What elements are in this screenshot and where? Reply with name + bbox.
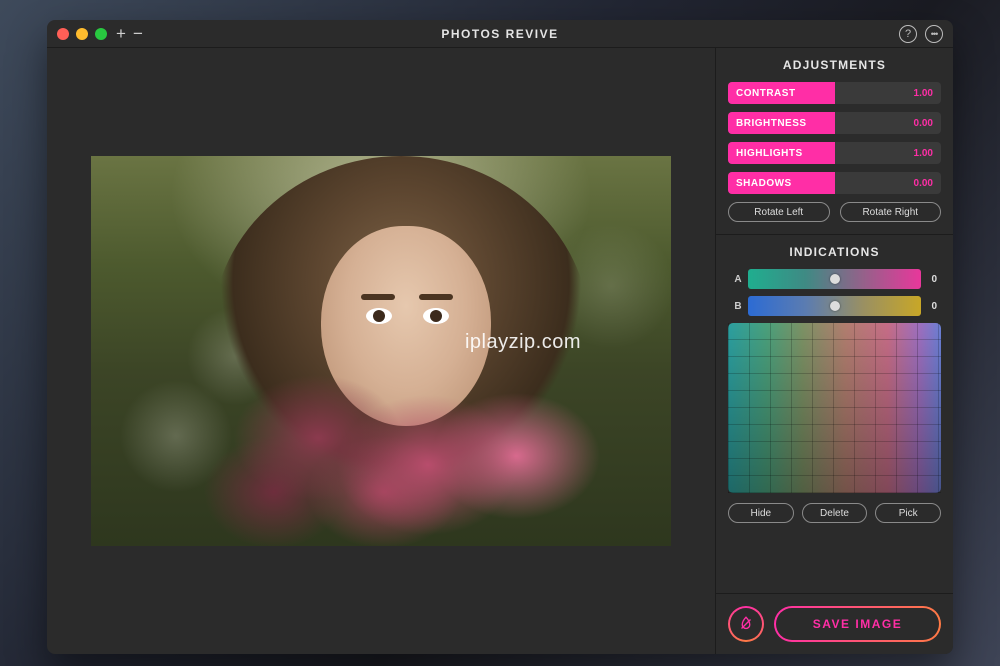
indication-a-value: 0 <box>921 274 941 285</box>
more-button[interactable]: ••• <box>925 25 943 43</box>
minimize-window-button[interactable] <box>76 28 88 40</box>
save-section: SAVE IMAGE <box>716 594 953 654</box>
close-window-button[interactable] <box>57 28 69 40</box>
titlebar: + − PHOTOS REVIVE ? ••• <box>47 20 953 48</box>
highlights-value: 1.00 <box>914 148 933 159</box>
add-button[interactable]: + <box>116 24 126 44</box>
window-controls <box>57 28 107 40</box>
canvas-area: iplayzip.com <box>47 48 715 654</box>
photo-preview[interactable]: iplayzip.com <box>91 156 671 546</box>
brightness-slider[interactable]: BRIGHTNESS 0.00 <box>728 112 941 134</box>
indication-b-knob[interactable] <box>830 301 840 311</box>
eyedropper-button[interactable] <box>728 606 764 642</box>
shadows-label: SHADOWS <box>728 178 792 189</box>
adjustments-title: ADJUSTMENTS <box>728 58 941 72</box>
contrast-slider[interactable]: CONTRAST 1.00 <box>728 82 941 104</box>
photo-content <box>186 366 626 546</box>
sidebar: ADJUSTMENTS CONTRAST 1.00 BRIGHTNESS 0.0… <box>715 48 953 654</box>
zoom-window-button[interactable] <box>95 28 107 40</box>
rotate-left-button[interactable]: Rotate Left <box>728 202 830 222</box>
contrast-label: CONTRAST <box>728 88 796 99</box>
watermark-text: iplayzip.com <box>465 331 581 354</box>
indication-b-value: 0 <box>921 301 941 312</box>
indications-title: INDICATIONS <box>728 245 941 259</box>
indication-b-label: B <box>728 301 748 312</box>
hide-button[interactable]: Hide <box>728 503 794 523</box>
indication-b-slider[interactable]: B 0 <box>728 296 941 316</box>
shadows-slider[interactable]: SHADOWS 0.00 <box>728 172 941 194</box>
help-button[interactable]: ? <box>899 25 917 43</box>
brightness-value: 0.00 <box>914 118 933 129</box>
indication-a-knob[interactable] <box>830 274 840 284</box>
save-image-label: SAVE IMAGE <box>776 608 939 640</box>
save-image-button[interactable]: SAVE IMAGE <box>774 606 941 642</box>
indication-a-label: A <box>728 274 748 285</box>
delete-button[interactable]: Delete <box>802 503 868 523</box>
adjustments-section: ADJUSTMENTS CONTRAST 1.00 BRIGHTNESS 0.0… <box>716 48 953 235</box>
app-window: + − PHOTOS REVIVE ? ••• iplayzip.com ADJ… <box>47 20 953 654</box>
brightness-label: BRIGHTNESS <box>728 118 807 129</box>
indication-a-slider[interactable]: A 0 <box>728 269 941 289</box>
pick-button[interactable]: Pick <box>875 503 941 523</box>
rotate-right-button[interactable]: Rotate Right <box>840 202 942 222</box>
window-title: PHOTOS REVIVE <box>47 27 953 41</box>
highlights-slider[interactable]: HIGHLIGHTS 1.00 <box>728 142 941 164</box>
contrast-value: 1.00 <box>914 88 933 99</box>
shadows-value: 0.00 <box>914 178 933 189</box>
indications-section: INDICATIONS A 0 B 0 Hide Delete Pick <box>716 235 953 594</box>
highlights-label: HIGHLIGHTS <box>728 148 803 159</box>
remove-button[interactable]: − <box>133 24 143 44</box>
eyedropper-icon <box>737 615 755 633</box>
color-palette[interactable] <box>728 323 941 493</box>
